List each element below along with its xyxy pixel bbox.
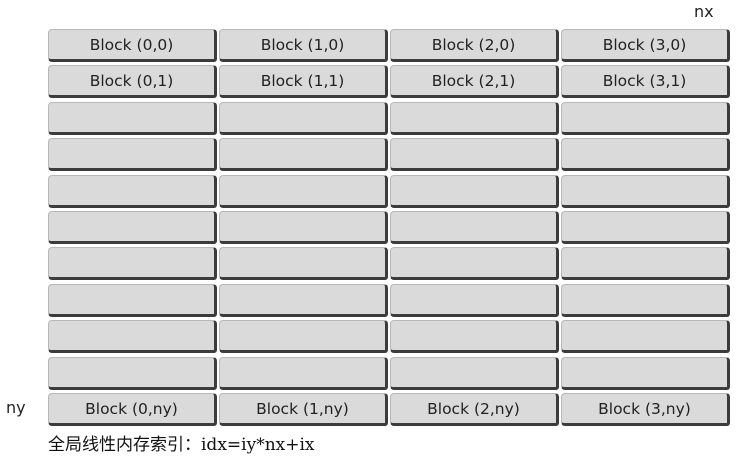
block-cell: Block (2,ny) — [390, 393, 559, 426]
block-cell — [390, 320, 559, 353]
block-cell: Block (2,0) — [390, 29, 559, 62]
block-cell: Block (3,ny) — [561, 393, 730, 426]
block-cell — [561, 211, 730, 244]
block-cell — [48, 284, 217, 317]
block-grid: Block (0,0) Block (1,0) Block (2,0) Block (… — [0, 0, 743, 464]
block-cell — [48, 175, 217, 208]
block-cell — [48, 247, 217, 280]
block-cell — [390, 102, 559, 135]
block-cell — [219, 102, 388, 135]
block-cell — [48, 138, 217, 171]
block-cell — [390, 284, 559, 317]
block-cell — [219, 284, 388, 317]
block-cell — [219, 247, 388, 280]
block-cell: Block (1,0) — [219, 29, 388, 62]
block-cell — [390, 211, 559, 244]
block-cell: Block (2,1) — [390, 65, 559, 98]
block-cell — [390, 357, 559, 390]
block-cell — [48, 357, 217, 390]
block-cell — [390, 247, 559, 280]
block-cell: Block (3,1) — [561, 65, 730, 98]
block-cell — [219, 138, 388, 171]
block-cell: Block (1,ny) — [219, 393, 388, 426]
block-cell — [561, 320, 730, 353]
block-cell — [219, 320, 388, 353]
block-cell — [219, 175, 388, 208]
block-cell — [561, 138, 730, 171]
block-cell: Block (0,1) — [48, 65, 217, 98]
block-cell — [561, 357, 730, 390]
block-cell: Block (1,1) — [219, 65, 388, 98]
block-cell — [48, 211, 217, 244]
block-cell — [219, 211, 388, 244]
block-cell — [219, 357, 388, 390]
block-cell — [561, 247, 730, 280]
block-cell — [48, 102, 217, 135]
block-cell — [48, 320, 217, 353]
block-cell — [561, 175, 730, 208]
block-cell: Block (3,0) — [561, 29, 730, 62]
block-cell: Block (0,ny) — [48, 393, 217, 426]
nx-axis-label: nx — [694, 2, 714, 21]
block-cell — [390, 175, 559, 208]
block-cell — [390, 138, 559, 171]
caption: 全局线性内存索引：idx=iy*nx+ix — [48, 435, 315, 455]
block-cell — [561, 284, 730, 317]
ny-axis-label: ny — [6, 398, 26, 417]
block-cell — [561, 102, 730, 135]
block-cell: Block (0,0) — [48, 29, 217, 62]
